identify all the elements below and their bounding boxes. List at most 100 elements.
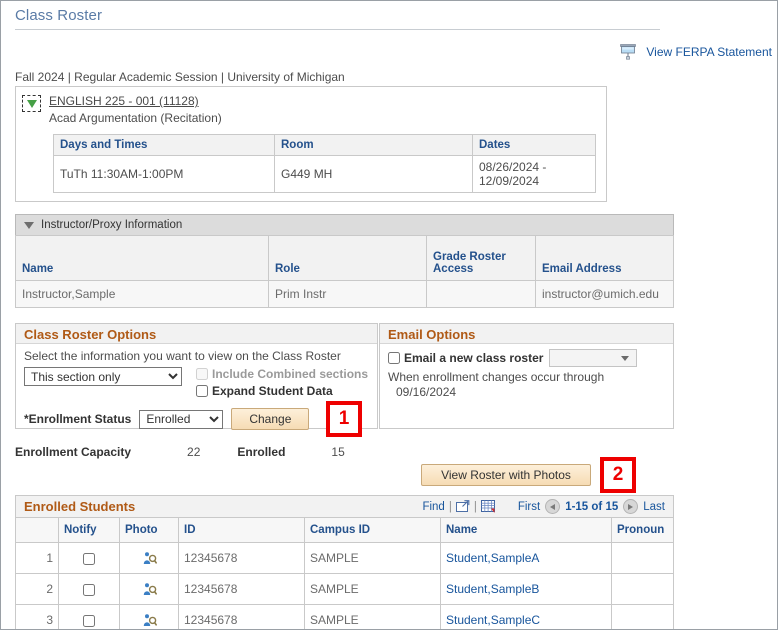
cell-student-id: 12345678: [178, 542, 305, 574]
email-new-roster-label-row[interactable]: Email a new class roster: [388, 351, 543, 365]
enrolled-value: 15: [331, 445, 345, 459]
first-page-link[interactable]: First: [518, 501, 540, 513]
student-photo-icon[interactable]: [142, 582, 157, 597]
notify-checkbox[interactable]: [83, 583, 95, 596]
email-note-line2: 09/16/2024: [396, 385, 457, 399]
email-options-body: Email a new class roster When enrollment…: [380, 344, 673, 400]
enrollment-capacity-row: Enrollment Capacity 22 Enrolled 15: [15, 445, 345, 459]
cell-row-number: 3: [15, 604, 59, 629]
enrollment-status-label: *Enrollment Status: [24, 412, 132, 426]
cell-student-id: 12345678: [178, 573, 305, 605]
green-triangle-down-icon: [26, 99, 37, 108]
email-new-roster-row: Email a new class roster: [388, 349, 665, 367]
cell-notify: [58, 542, 120, 574]
enrollment-capacity-value: 22: [187, 445, 201, 459]
cell-days-and-times: TuTh 11:30AM-1:00PM: [53, 155, 275, 193]
student-name-link[interactable]: Student,SampleC: [446, 613, 540, 627]
class-link[interactable]: ENGLISH 225 - 001 (11128): [49, 94, 222, 108]
expand-student-data-label: Expand Student Data: [212, 384, 333, 398]
roster-body: 1 12345678 SAMPLE Student,SampleA 2 12345678 S…: [15, 542, 674, 629]
class-roster-options-panel: Class Roster Options Select the informat…: [15, 323, 378, 430]
include-combined-sections-label: Include Combined sections: [212, 367, 369, 381]
open-in-new-window-icon[interactable]: [455, 500, 470, 513]
cell-room: G449 MH: [274, 155, 473, 193]
cell-student-id: 12345678: [178, 604, 305, 629]
page-header: Class Roster: [15, 7, 660, 30]
col-grade-roster-access: Grade Roster Access: [426, 235, 536, 281]
include-combined-sections-checkbox[interactable]: [196, 368, 208, 380]
email-options-panel: Email Options Email a new class roster W…: [379, 323, 674, 429]
class-collapse-toggle[interactable]: [22, 95, 41, 112]
instructor-section-header[interactable]: Instructor/Proxy Information: [15, 214, 674, 236]
col-name: Name: [440, 517, 612, 543]
find-link[interactable]: Find: [422, 501, 444, 513]
enrollment-status-select[interactable]: EnrolledDroppedWaitingAll: [139, 409, 224, 429]
cell-student-name: Student,SampleA: [440, 542, 612, 574]
chevron-right-icon[interactable]: [623, 499, 639, 514]
cell-row-number: 2: [15, 573, 59, 605]
col-pronoun: Pronoun: [611, 517, 674, 543]
enrolled-students-section: Enrolled Students Find | | First 1-15 of…: [15, 495, 674, 629]
cell-photo: [119, 573, 179, 605]
cell-campus-id: SAMPLE: [304, 573, 441, 605]
col-campus-id: Campus ID: [304, 517, 441, 543]
include-combined-sections-row[interactable]: Include Combined sections: [196, 367, 368, 381]
email-note-line1: When enrollment changes occur through: [388, 370, 605, 384]
student-name-link[interactable]: Student,SampleA: [446, 551, 539, 565]
cell-instructor-name: Instructor,Sample: [15, 280, 269, 308]
col-role: Role: [268, 235, 427, 281]
col-notify: Notify: [58, 517, 120, 543]
enrolled-students-title: Enrolled Students: [24, 499, 136, 514]
class-roster-options-description: Select the information you want to view …: [24, 349, 341, 363]
email-frequency-select[interactable]: [549, 349, 638, 367]
notify-checkbox[interactable]: [83, 552, 95, 565]
cell-campus-id: SAMPLE: [304, 542, 441, 574]
meeting-pattern-table: Days and Times Room Dates TuTh 11:30AM-1…: [53, 134, 596, 193]
section-select-row: This section only Include Combined sectio…: [24, 367, 369, 401]
download-to-excel-icon[interactable]: [480, 499, 496, 514]
enrolled-label: Enrolled: [237, 445, 286, 459]
enrollment-status-row: *Enrollment Status EnrolledDroppedWaitin…: [24, 408, 369, 430]
last-page-link[interactable]: Last: [643, 501, 665, 513]
expand-student-data-checkbox[interactable]: [196, 385, 208, 397]
section-scope-select[interactable]: This section onlyInclude Combined sectio…: [24, 367, 182, 386]
instructor-section-title: Instructor/Proxy Information: [41, 219, 183, 231]
notify-checkbox[interactable]: [83, 614, 95, 627]
annotation-badge-1: 1: [326, 401, 362, 437]
class-roster-options-body: Select the information you want to view …: [16, 344, 377, 430]
col-dates: Dates: [472, 134, 596, 156]
pagination-group: First 1-15 of 15 Last: [518, 499, 665, 514]
email-new-class-roster-checkbox[interactable]: [388, 352, 400, 364]
email-options-note: When enrollment changes occur through 09…: [388, 370, 665, 400]
table-row: 1 12345678 SAMPLE Student,SampleA: [15, 542, 674, 574]
cell-instructor-role: Prim Instr: [268, 280, 427, 308]
instructor-table: Name Role Grade Roster Access Email Addr…: [15, 235, 674, 308]
change-button[interactable]: Change: [231, 408, 310, 430]
table-row: TuTh 11:30AM-1:00PM G449 MH 08/26/2024 -…: [53, 155, 596, 193]
student-photo-icon[interactable]: [142, 551, 157, 566]
chevron-left-icon[interactable]: [545, 499, 561, 514]
student-name-link[interactable]: Student,SampleB: [446, 582, 539, 596]
cell-instructor-email: instructor@umich.edu: [535, 280, 674, 308]
expand-student-data-row[interactable]: Expand Student Data: [196, 384, 368, 398]
cell-campus-id: SAMPLE: [304, 604, 441, 629]
instructor-table-header-row: Name Role Grade Roster Access Email Addr…: [15, 235, 674, 281]
view-roster-with-photos-button[interactable]: View Roster with Photos: [421, 464, 591, 486]
email-new-class-roster-label: Email a new class roster: [404, 351, 544, 365]
col-days-and-times: Days and Times: [53, 134, 275, 156]
cell-photo: [119, 604, 179, 629]
student-photo-icon[interactable]: [142, 613, 157, 628]
grade-roster-line2: Access: [433, 263, 474, 275]
enrolled-students-table: Notify Photo ID Campus ID Name Pronoun 1…: [15, 517, 674, 629]
roster-header-row: Notify Photo ID Campus ID Name Pronoun: [15, 517, 674, 543]
meeting-table-header-row: Days and Times Room Dates: [53, 134, 596, 156]
page-range-label: 1-15 of 15: [565, 500, 619, 513]
grid-toolbar: Find | | First 1-15 of 15 Last: [422, 499, 665, 514]
cell-pronoun: [611, 604, 674, 629]
view-ferpa-statement-link[interactable]: View FERPA Statement: [646, 45, 772, 59]
grade-roster-line1: Grade Roster: [433, 251, 506, 263]
table-row: 3 12345678 SAMPLE Student,SampleC: [15, 604, 674, 629]
cell-pronoun: [611, 573, 674, 605]
class-roster-page: Class Roster View FERPA Statement Fall 2…: [0, 0, 778, 630]
table-row: 2 12345678 SAMPLE Student,SampleB: [15, 573, 674, 605]
